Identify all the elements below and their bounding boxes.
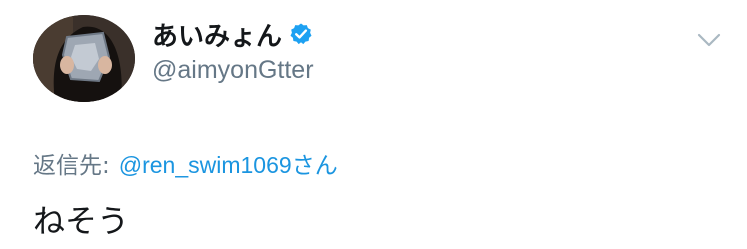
avatar-photo-icon	[33, 15, 135, 102]
chevron-down-icon[interactable]	[697, 30, 721, 50]
user-handle[interactable]: @aimyonGtter	[152, 56, 314, 85]
tweet-text: ねそう	[33, 202, 130, 240]
reply-label: 返信先:	[33, 153, 110, 179]
tweet-card: あいみょん @aimyonGtter 返信先: @ren_swim1069 さん…	[0, 0, 747, 249]
reply-target-link[interactable]: @ren_swim1069	[119, 152, 292, 179]
avatar[interactable]	[33, 15, 135, 102]
display-name[interactable]: あいみょん	[152, 16, 282, 53]
verified-badge-icon	[289, 22, 313, 46]
reply-target-suffix[interactable]: さん	[292, 146, 338, 180]
user-name-row[interactable]: あいみょん	[152, 14, 313, 54]
reply-context: 返信先: @ren_swim1069 さん	[33, 146, 338, 180]
